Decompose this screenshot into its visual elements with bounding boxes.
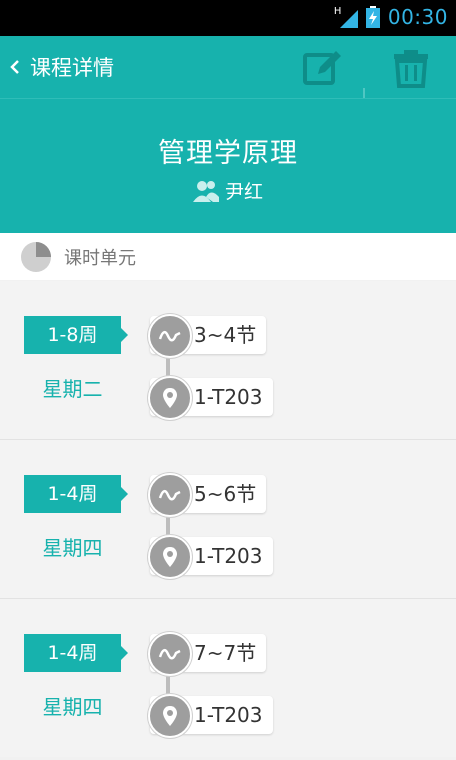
room-text: 1-T203 — [194, 703, 263, 727]
periods-text: 5~6节 — [194, 482, 257, 506]
room-pill: 1-T203 — [148, 535, 273, 579]
teacher-row: 尹红 — [0, 177, 456, 204]
weekday-label: 星期四 — [42, 695, 103, 719]
weeks-badge: 1-4周 — [24, 634, 128, 672]
user-group-icon — [192, 180, 219, 202]
periods-text: 7~7节 — [194, 641, 257, 665]
trash-icon — [394, 50, 428, 88]
section-label: 课时单元 — [64, 247, 136, 269]
weekday-label: 星期四 — [42, 536, 103, 560]
battery-icon — [365, 6, 380, 28]
teacher-name: 尹红 — [224, 181, 263, 203]
room-pill: 1-T203 — [148, 376, 273, 420]
wave-icon — [148, 473, 192, 517]
edit-icon — [303, 51, 341, 85]
unit-item: 1-4周 星期四 5~6节 1-T203 — [0, 440, 456, 599]
pie-chart-icon — [21, 241, 51, 272]
weeks-badge: 1-4周 — [24, 475, 128, 513]
periods-pill: 7~7节 — [148, 632, 267, 676]
network-type: H — [333, 6, 342, 17]
room-text: 1-T203 — [194, 544, 263, 568]
room-pill: 1-T203 — [148, 694, 273, 738]
signal-icon: H — [333, 6, 358, 28]
wave-icon — [148, 314, 192, 358]
units-list: 1-8周 星期二 3~4节 1-T203 1-4周 星期四 5~6节 1-T20… — [0, 281, 456, 757]
action-bar: 课程详情 — [0, 36, 456, 108]
room-text: 1-T203 — [194, 385, 263, 409]
wave-icon — [148, 632, 192, 676]
edit-button[interactable] — [300, 46, 344, 90]
periods-pill: 5~6节 — [148, 473, 267, 517]
weeks-badge: 1-8周 — [24, 316, 128, 354]
unit-item: 1-8周 星期二 3~4节 1-T203 — [0, 281, 456, 440]
unit-item: 1-4周 星期四 7~7节 1-T203 — [0, 599, 456, 757]
location-pin-icon — [148, 376, 192, 420]
location-pin-icon — [148, 694, 192, 738]
clock: 00:30 — [387, 5, 448, 29]
weekday-label: 星期二 — [42, 377, 103, 401]
course-name: 管理学原理 — [158, 138, 298, 169]
status-bar: H 00:30 — [0, 0, 456, 36]
page-title: 课程详情 — [30, 56, 114, 80]
periods-pill: 3~4节 — [148, 314, 267, 358]
course-header: 管理学原理 尹红 — [0, 98, 456, 234]
periods-text: 3~4节 — [194, 323, 257, 347]
back-button[interactable]: 课程详情 — [6, 50, 114, 84]
section-header: 课时单元 — [0, 233, 456, 280]
chevron-left-icon — [10, 60, 19, 74]
location-pin-icon — [148, 535, 192, 579]
delete-button[interactable] — [389, 46, 433, 90]
